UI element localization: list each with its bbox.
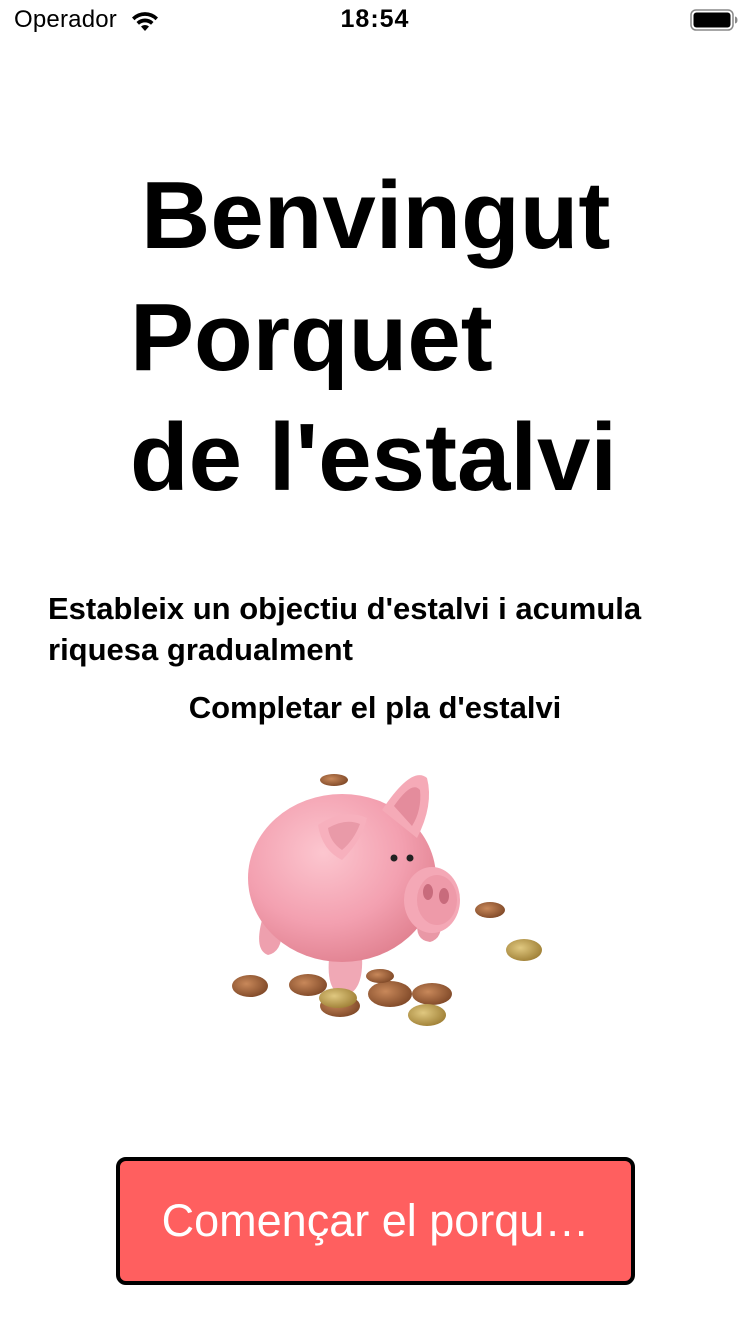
subtitle-text: Estableix un objectiu d'estalvi i acumul… [48,591,642,667]
start-button-label: Començar el porqu… [161,1195,590,1246]
piggy-bank-illustration [232,774,542,1026]
welcome-title-line-3: de l'estalvi [130,404,618,511]
status-time: 18:54 [340,5,410,33]
welcome-title-line-2: Porquet [130,284,493,391]
status-bar: Operador 18:54 [0,0,750,40]
plan-label: Completar el pla d'estalvi [188,690,562,725]
battery-icon [690,9,738,31]
start-piggy-bank-button[interactable]: Començar el porqu… [116,1157,635,1285]
welcome-title-line-1: Benvingut [141,162,611,269]
